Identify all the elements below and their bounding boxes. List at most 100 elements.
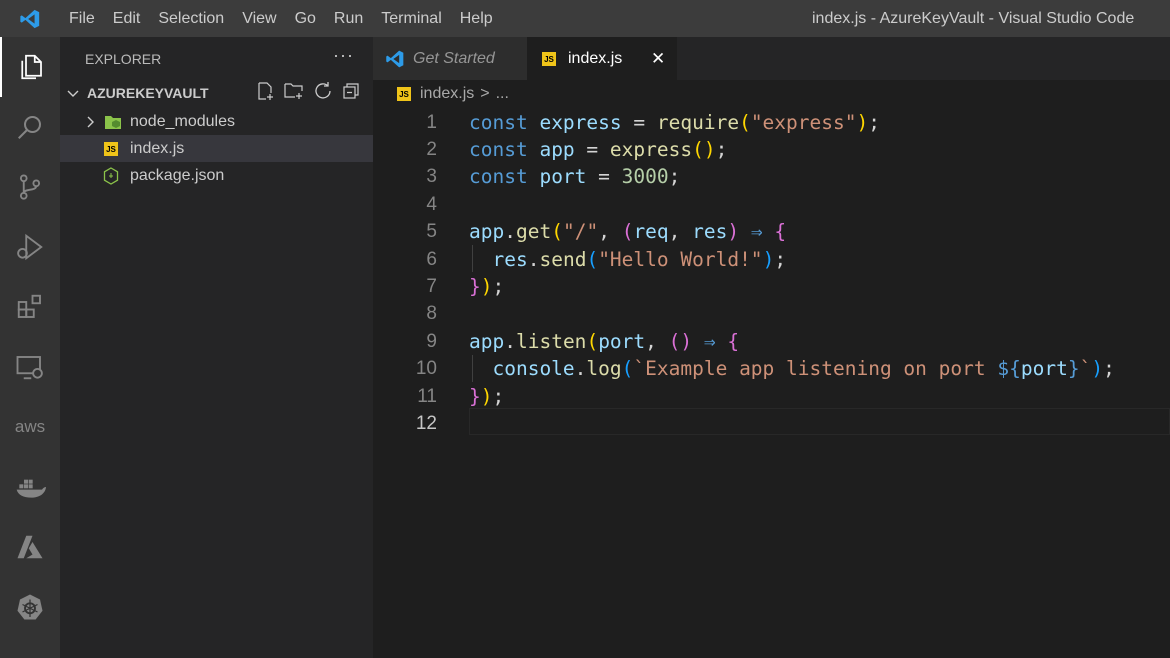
menu-file[interactable]: File — [60, 0, 104, 37]
new-file-icon[interactable] — [255, 81, 275, 106]
vscode-logo-icon — [0, 0, 60, 37]
explorer-header: EXPLORER — [85, 51, 162, 67]
explorer-icon[interactable] — [0, 37, 60, 97]
line-number: 12 — [415, 412, 437, 434]
code-token: ) — [480, 274, 493, 298]
tree-item-package-json[interactable]: package.json — [60, 162, 373, 189]
code-token: () — [692, 137, 716, 161]
extensions-icon[interactable] — [0, 277, 60, 337]
code-line[interactable]: 7}); — [373, 273, 1170, 300]
breadcrumb-symbols[interactable]: ... — [496, 85, 509, 103]
line-number: 6 — [426, 248, 437, 270]
code-line[interactable]: 10 console.log(`Example app listening on… — [373, 355, 1170, 382]
refresh-icon[interactable] — [313, 81, 333, 106]
line-number: 10 — [415, 358, 437, 380]
menu-run[interactable]: Run — [325, 0, 372, 37]
tab-index-js[interactable]: JS index.js ✕ — [527, 37, 677, 80]
code-token: ; — [668, 165, 681, 189]
code-token: } — [469, 274, 481, 298]
collapse-all-icon[interactable] — [341, 81, 361, 106]
code-text: const express = require("express"); — [469, 109, 880, 136]
search-icon[interactable] — [0, 97, 60, 157]
code-line[interactable]: 3 const port = 3000; — [373, 163, 1170, 190]
code-token: req — [633, 220, 669, 244]
editor-tab-bar: Get Started JS index.js ✕ — [373, 37, 1170, 80]
code-line[interactable]: 2 const app = express(); — [373, 136, 1170, 163]
code-token: "/" — [562, 220, 599, 244]
menu-help[interactable]: Help — [451, 0, 502, 37]
code-token: port — [598, 329, 646, 353]
code-token: = — [574, 137, 610, 161]
line-number: 11 — [417, 385, 437, 407]
code-token: ( — [551, 220, 563, 244]
menu-selection[interactable]: Selection — [149, 0, 233, 37]
code-token: console — [492, 357, 575, 381]
code-line[interactable]: 4 — [373, 191, 1170, 218]
code-line[interactable]: 8 — [373, 300, 1170, 327]
new-folder-icon[interactable] — [283, 81, 305, 106]
code-editor[interactable]: 1 const express = require("express"); 2 con… — [373, 108, 1170, 658]
breadcrumb-separator: > — [480, 85, 490, 102]
code-text: console.log(`Example app listening on po… — [469, 355, 1115, 382]
code-token: ( — [586, 329, 599, 353]
code-token: app — [539, 137, 575, 161]
code-line[interactable]: 12 — [373, 410, 1170, 437]
aws-icon[interactable]: aws — [0, 397, 60, 457]
line-number: 5 — [426, 221, 437, 243]
code-text: const app = express(); — [469, 136, 727, 163]
menu-go[interactable]: Go — [286, 0, 325, 37]
js-file-icon: JS — [104, 141, 118, 156]
code-token: , — [668, 220, 693, 244]
code-token: log — [586, 357, 622, 381]
source-control-icon[interactable] — [0, 157, 60, 217]
code-token: ) — [480, 384, 493, 408]
menu-edit[interactable]: Edit — [104, 0, 150, 37]
code-token: ) — [727, 220, 740, 244]
js-file-icon: JS — [542, 51, 556, 66]
title-bar: File Edit Selection View Go Run Terminal… — [0, 0, 1170, 37]
code-line[interactable]: 11}); — [373, 383, 1170, 410]
code-token: , — [598, 220, 622, 244]
breadcrumb: JS index.js > ... — [373, 80, 1170, 108]
code-text: app.listen(port, () ⇒ { — [469, 328, 739, 355]
code-line[interactable]: 1 const express = require("express"); — [373, 109, 1170, 136]
code-token: ) — [1091, 357, 1104, 381]
tab-get-started[interactable]: Get Started — [373, 37, 527, 80]
tab-label: index.js — [568, 49, 623, 67]
code-token: . — [527, 247, 540, 271]
code-text: res.send("Hello World!"); — [469, 246, 786, 273]
tree-item-index-js[interactable]: JS index.js — [60, 135, 373, 162]
code-token: ; — [1103, 357, 1115, 381]
vscode-tab-icon — [385, 49, 405, 69]
code-token: ` — [1079, 357, 1092, 381]
menu-view[interactable]: View — [233, 0, 285, 37]
docker-icon[interactable] — [0, 457, 60, 517]
code-token: ( — [739, 110, 751, 134]
tree-item-node-modules[interactable]: node_modules — [60, 108, 373, 135]
code-line[interactable]: 5 app.get("/", (req, res) ⇒ { — [373, 218, 1170, 245]
more-actions-icon[interactable]: ··· — [333, 45, 354, 66]
line-number: 1 — [426, 111, 437, 133]
azure-icon[interactable] — [0, 517, 60, 577]
code-line[interactable]: 6 res.send("Hello World!"); — [373, 246, 1170, 273]
chevron-right-icon — [82, 114, 98, 130]
menu-terminal[interactable]: Terminal — [372, 0, 450, 37]
line-number: 4 — [426, 193, 437, 215]
workspace-folder[interactable]: AZUREKEYVAULT — [60, 81, 373, 105]
kubernetes-icon[interactable] — [0, 577, 60, 637]
close-tab-icon[interactable]: ✕ — [651, 49, 665, 69]
code-token: "express" — [750, 110, 857, 134]
code-line[interactable]: 9 app.listen(port, () ⇒ { — [373, 328, 1170, 355]
code-token: ) — [762, 247, 775, 271]
code-text: const port = 3000; — [469, 163, 680, 190]
tree-item-label: node_modules — [130, 112, 235, 130]
tree-item-label: package.json — [130, 166, 225, 184]
run-debug-icon[interactable] — [0, 217, 60, 277]
nodejs-file-icon — [103, 166, 119, 185]
breadcrumb-file[interactable]: index.js — [420, 85, 474, 103]
remote-explorer-icon[interactable] — [0, 337, 60, 397]
